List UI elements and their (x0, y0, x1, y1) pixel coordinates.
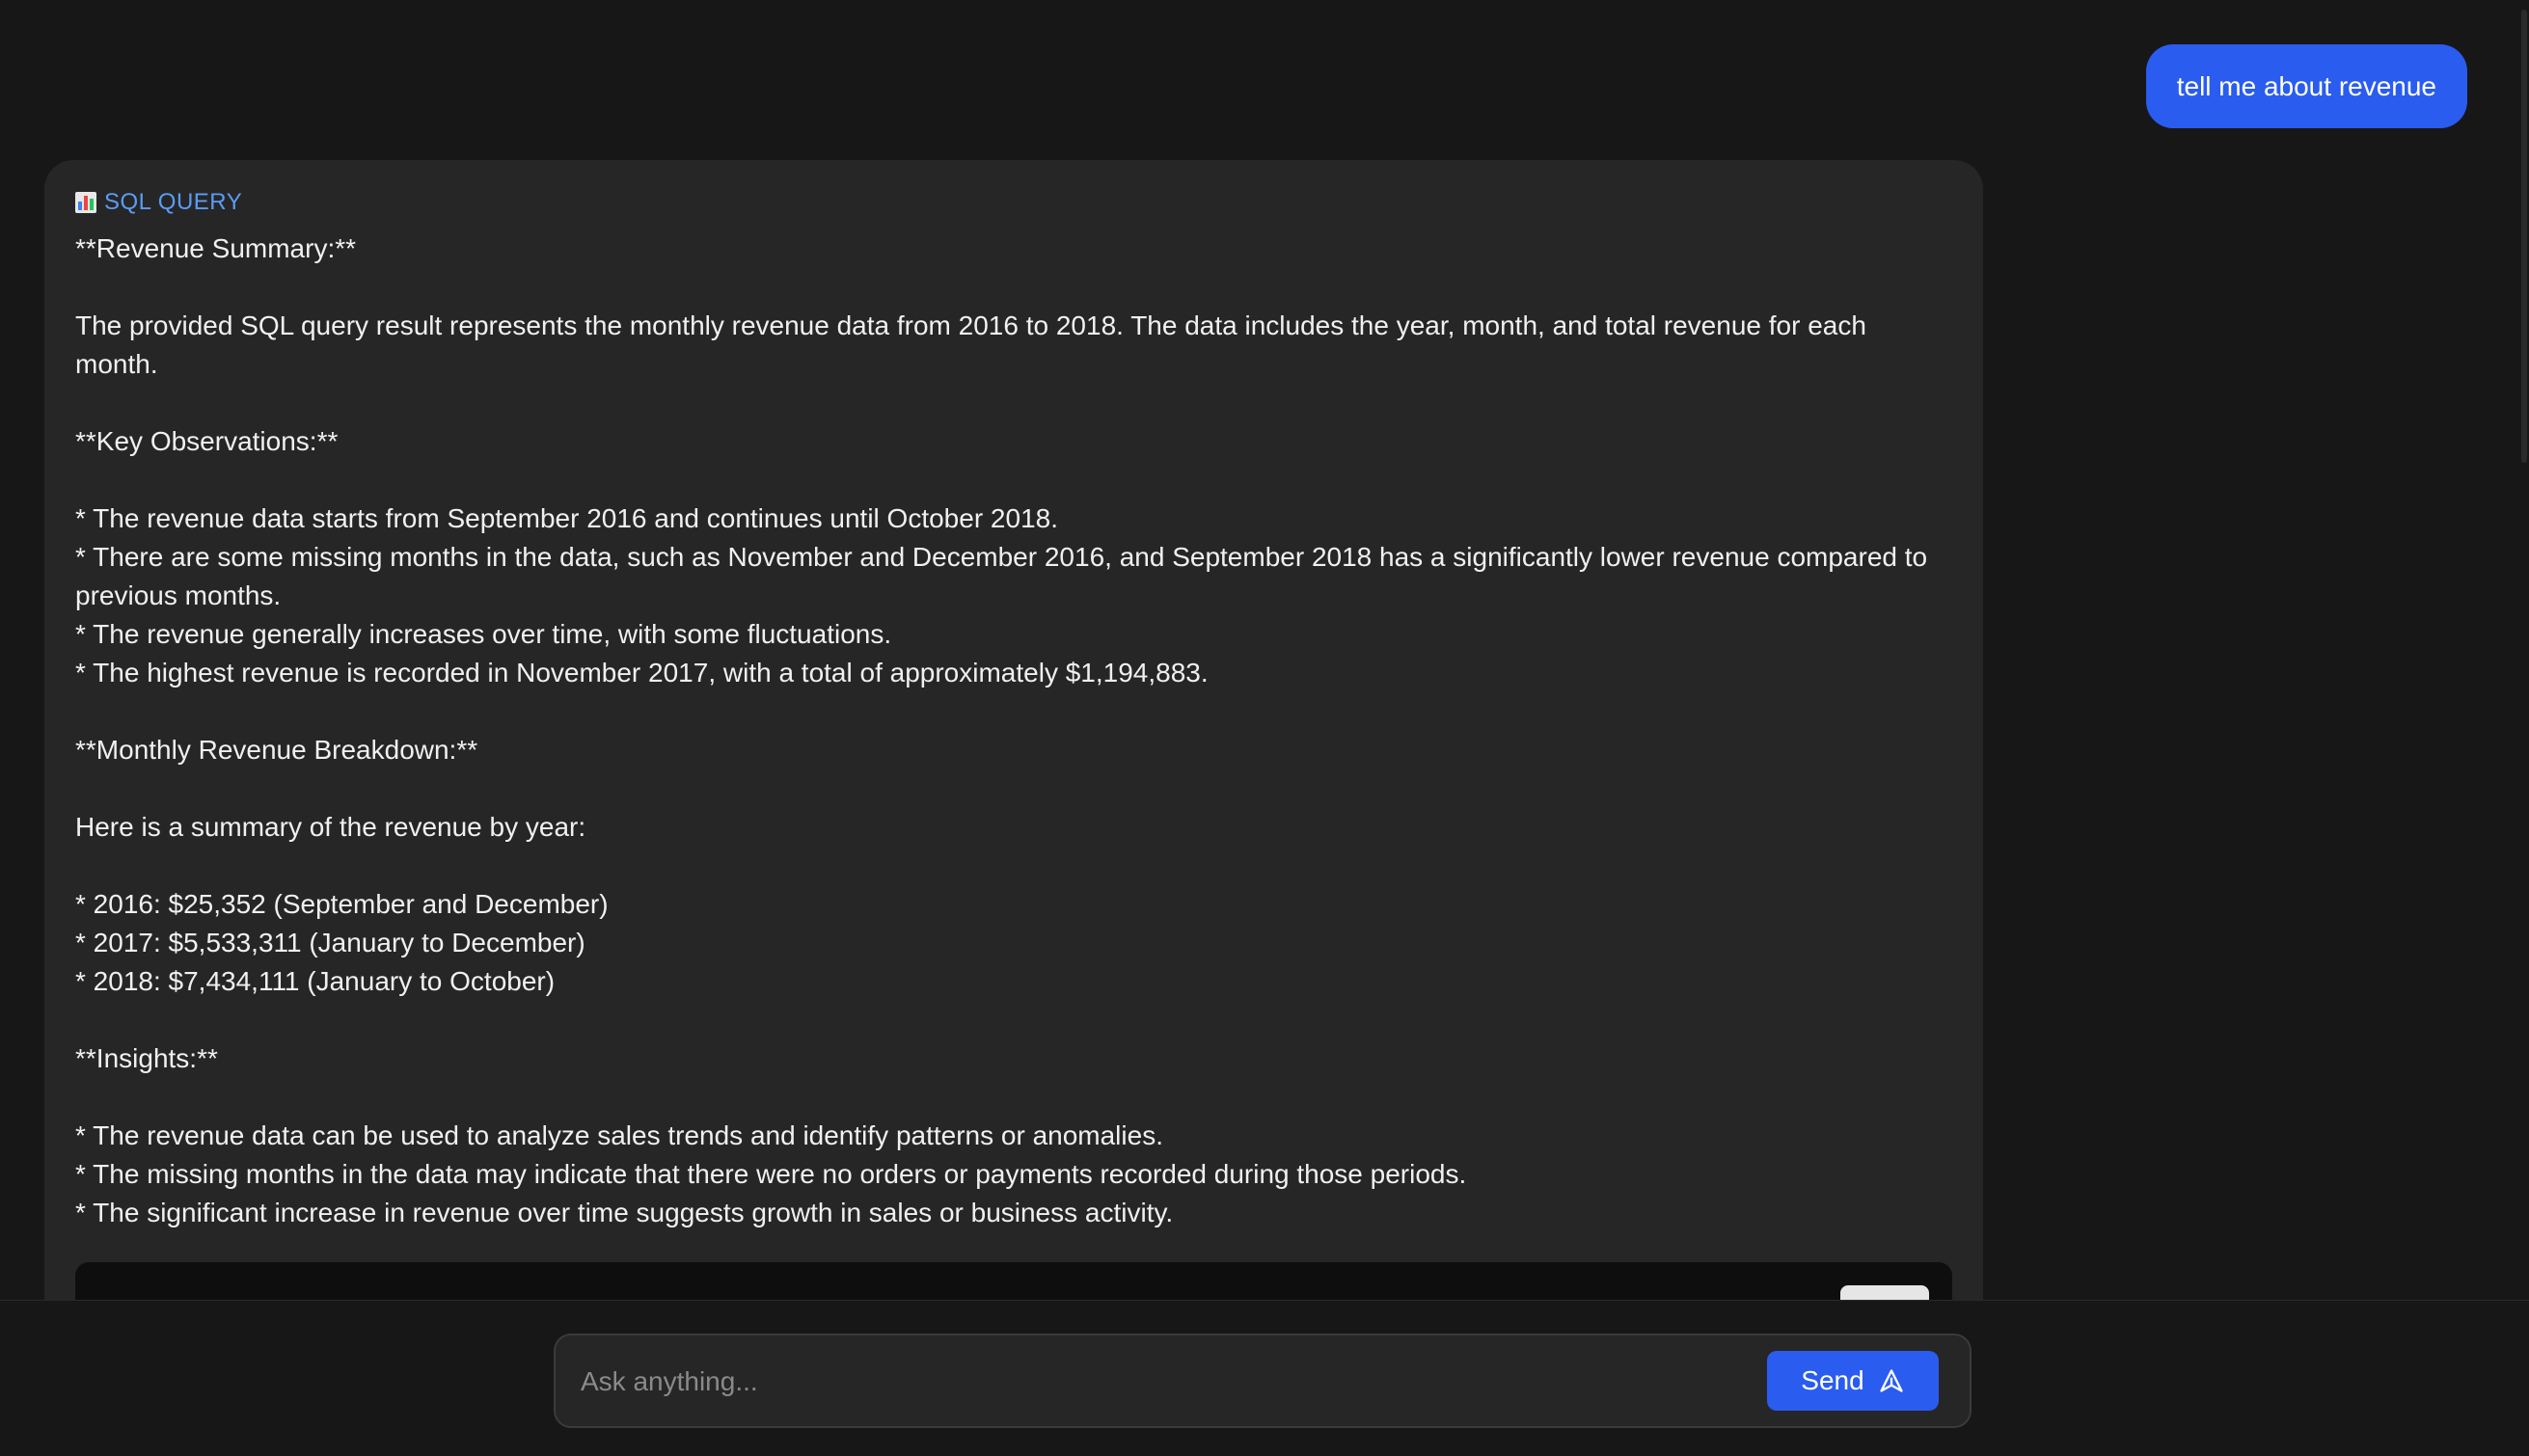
sql-query-label-text: SQL QUERY (104, 189, 243, 215)
chat-scroll-area[interactable]: tell me about revenue SQL QUERY **Revenu… (0, 0, 2529, 1300)
send-button[interactable]: Send (1767, 1351, 1939, 1411)
sql-query-label: SQL QUERY (75, 185, 1952, 220)
chat-app: tell me about revenue SQL QUERY **Revenu… (0, 0, 2529, 1456)
scrollbar-thumb[interactable] (2521, 10, 2527, 463)
user-message-bubble: tell me about revenue (2145, 44, 2467, 128)
assistant-message-card: SQL QUERY **Revenue Summary:** The provi… (44, 160, 1983, 1300)
send-button-label: Send (1801, 1365, 1864, 1395)
composer-bar: Send (0, 1300, 2529, 1456)
code-block (75, 1262, 1952, 1300)
user-message-text: tell me about revenue (2176, 70, 2436, 101)
scrollbar[interactable] (2515, 0, 2529, 1300)
bar-chart-icon (75, 192, 96, 213)
message-input[interactable] (579, 1335, 1721, 1428)
assistant-response-text: **Revenue Summary:** The provided SQL qu… (75, 233, 1928, 1227)
send-icon (1880, 1369, 1903, 1392)
copy-code-button[interactable] (1840, 1285, 1929, 1300)
composer-box: Send (554, 1334, 1972, 1428)
